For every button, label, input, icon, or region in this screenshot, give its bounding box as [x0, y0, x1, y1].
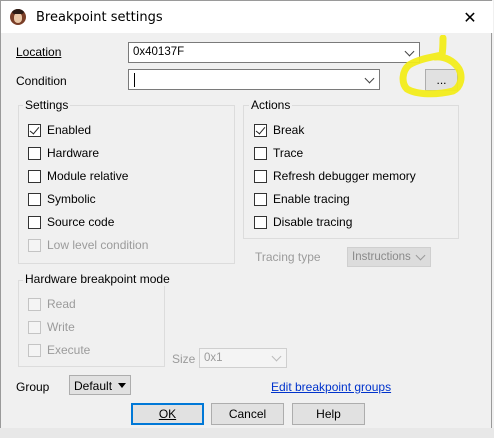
settings-group-title: Settings	[23, 98, 71, 112]
text-caret	[134, 73, 135, 87]
disable-tracing-label: Disable tracing	[273, 215, 353, 229]
trace-checkbox[interactable]: Trace	[254, 145, 303, 161]
ok-label: OK	[158, 407, 177, 421]
refresh-debugger-memory-checkbox[interactable]: Refresh debugger memory	[254, 168, 416, 184]
write-label: Write	[47, 320, 75, 334]
read-label: Read	[47, 297, 76, 311]
symbolic-checkbox[interactable]: Symbolic	[28, 191, 96, 207]
checkbox-icon	[254, 192, 267, 206]
checkbox-icon	[28, 146, 41, 160]
condition-editor-button[interactable]: ...	[425, 69, 458, 91]
read-checkbox: Read	[28, 296, 76, 312]
checkbox-icon	[28, 320, 41, 334]
enabled-label: Enabled	[47, 123, 92, 137]
break-checkbox[interactable]: Break	[254, 122, 304, 138]
checkbox-checked-icon	[28, 123, 41, 137]
checkbox-icon	[254, 146, 267, 160]
module-relative-label: Module relative	[47, 169, 129, 183]
condition-label: Condition	[16, 74, 67, 88]
help-button[interactable]: Help	[292, 403, 365, 425]
checkbox-icon	[28, 297, 41, 311]
ok-button[interactable]: OK	[131, 403, 204, 425]
location-value: 0x40137F	[133, 46, 185, 58]
window-title: Breakpoint settings	[36, 10, 163, 25]
module-relative-checkbox[interactable]: Module relative	[28, 168, 128, 184]
chevron-down-icon[interactable]	[401, 43, 417, 62]
checkbox-icon	[28, 215, 41, 229]
hardware-checkbox[interactable]: Hardware	[28, 145, 99, 161]
app-avatar-icon	[10, 9, 26, 25]
chevron-down-icon	[268, 349, 284, 367]
checkbox-icon	[28, 343, 41, 357]
execute-checkbox: Execute	[28, 342, 90, 358]
checkbox-icon	[28, 238, 41, 252]
chevron-down-icon[interactable]	[361, 70, 377, 89]
disable-tracing-checkbox[interactable]: Disable tracing	[254, 214, 352, 230]
size-label: Size	[172, 352, 196, 366]
trace-label: Trace	[273, 146, 304, 160]
actions-group-title: Actions	[249, 98, 293, 112]
tracing-type-label: Tracing type	[255, 250, 321, 264]
low-level-condition-checkbox: Low level condition	[28, 237, 148, 253]
size-value: 0x1	[204, 352, 223, 364]
refresh-debugger-memory-label: Refresh debugger memory	[273, 169, 416, 183]
enable-tracing-label: Enable tracing	[273, 192, 350, 206]
edit-breakpoint-groups-link[interactable]: Edit breakpoint groups	[271, 380, 391, 394]
group-label: Group	[16, 380, 50, 394]
condition-combobox[interactable]	[128, 69, 380, 90]
checkbox-icon	[254, 215, 267, 229]
location-combobox[interactable]: 0x40137F	[128, 42, 420, 63]
title-bar: Breakpoint settings ✕	[1, 1, 493, 33]
checkbox-icon	[254, 169, 267, 183]
checkbox-icon	[28, 169, 41, 183]
execute-label: Execute	[47, 343, 91, 357]
cancel-button[interactable]: Cancel	[211, 403, 284, 425]
source-code-checkbox[interactable]: Source code	[28, 214, 114, 230]
low-level-condition-label: Low level condition	[47, 238, 149, 252]
enabled-checkbox[interactable]: Enabled	[28, 122, 91, 138]
group-dropdown[interactable]: Default	[69, 375, 131, 395]
background-strip	[0, 428, 494, 438]
hardware-label: Hardware	[47, 146, 100, 160]
breakpoint-settings-dialog: Breakpoint settings ✕ Location 0x40137F …	[0, 0, 493, 436]
chevron-down-icon	[412, 248, 428, 266]
break-label: Break	[273, 123, 305, 137]
hardware-breakpoint-mode-title: Hardware breakpoint mode	[23, 272, 172, 286]
symbolic-label: Symbolic	[47, 192, 96, 206]
tracing-type-value: Instructions	[352, 251, 411, 263]
tracing-type-combobox: Instructions	[347, 247, 431, 267]
close-icon[interactable]: ✕	[453, 4, 487, 30]
dropdown-arrow-icon	[118, 383, 126, 388]
checkbox-checked-icon	[254, 123, 267, 137]
source-code-label: Source code	[47, 215, 115, 229]
write-checkbox: Write	[28, 319, 75, 335]
group-value: Default	[74, 379, 113, 393]
checkbox-icon	[28, 192, 41, 206]
size-combobox: 0x1	[199, 348, 287, 368]
location-label: Location	[16, 45, 62, 59]
enable-tracing-checkbox[interactable]: Enable tracing	[254, 191, 350, 207]
